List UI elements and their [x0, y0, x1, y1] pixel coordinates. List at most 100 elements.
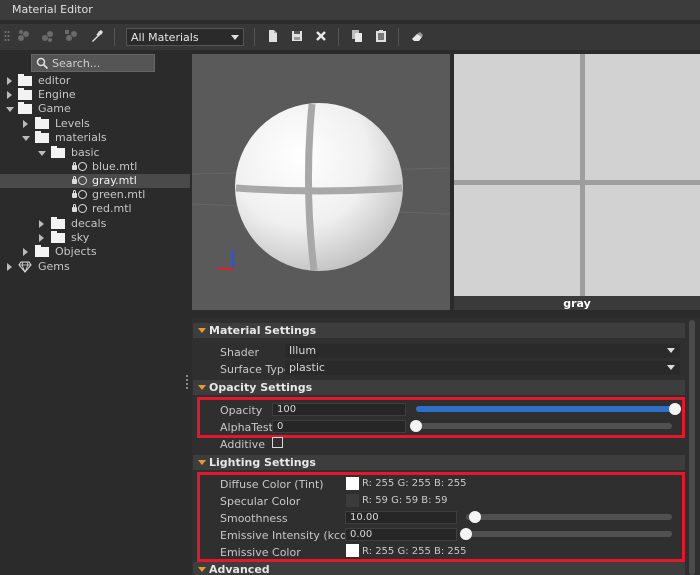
diffuse-color-label: Diffuse Color (Tint) [220, 478, 324, 491]
toolbar-separator [254, 28, 255, 46]
section-title: Lighting Settings [209, 456, 316, 469]
diffuse-color-swatch[interactable] [346, 477, 359, 490]
window-title: Material Editor [0, 0, 700, 20]
lock-icon [72, 190, 77, 198]
tree-item-label: editor [38, 74, 71, 87]
save-icon[interactable] [290, 29, 304, 43]
material-save-icon[interactable] [64, 29, 78, 43]
texture-preview-viewport[interactable] [454, 54, 700, 297]
material-add-child-icon[interactable] [40, 29, 54, 43]
additive-checkbox[interactable] [272, 437, 283, 448]
new-icon[interactable] [266, 29, 280, 43]
tree-item-materials[interactable]: materials [0, 131, 190, 145]
tree-item-basic[interactable]: basic [0, 146, 190, 160]
smoothness-input[interactable]: 10.00 [345, 511, 457, 524]
tree-item-levels[interactable]: Levels [0, 117, 190, 131]
delete-icon[interactable] [314, 29, 328, 43]
chevron-right-icon[interactable] [23, 120, 28, 128]
chevron-right-icon[interactable] [39, 234, 44, 242]
emissive-intensity-input[interactable]: 0.00 [345, 528, 457, 541]
eyedropper-icon[interactable] [90, 29, 104, 43]
copy-icon[interactable] [350, 29, 364, 43]
preview-material-name: gray [454, 296, 700, 310]
section-opacity-settings[interactable]: Opacity Settings [193, 380, 685, 395]
tree-item-label: red.mtl [92, 202, 132, 215]
tree-item-sky[interactable]: sky [0, 231, 190, 245]
chevron-right-icon[interactable] [7, 77, 12, 85]
tree-item-gems[interactable]: Gems [0, 260, 190, 274]
search-placeholder: Search... [52, 57, 101, 70]
material-preview-viewport[interactable] [192, 54, 450, 310]
toolbar-separator [338, 28, 339, 46]
eraser-icon[interactable] [410, 29, 424, 43]
opacity-label: Opacity [220, 404, 263, 417]
tree-item-label: Game [38, 102, 71, 115]
chevron-down-icon[interactable] [22, 136, 30, 141]
tree-item-engine[interactable]: Engine [0, 88, 190, 102]
shader-dropdown[interactable]: Illum [285, 344, 680, 358]
panel-splitter-handle[interactable] [186, 375, 188, 389]
tree-item-editor[interactable]: editor [0, 74, 190, 88]
lock-icon [72, 204, 77, 212]
tree-item-gray-mtl[interactable]: gray.mtl [0, 174, 190, 188]
folder-icon [18, 102, 32, 114]
chevron-right-icon[interactable] [7, 263, 12, 271]
alphatest-input[interactable]: 0 [272, 420, 406, 433]
surface-type-value: plastic [289, 361, 325, 374]
emissive-intensity-slider[interactable] [460, 531, 672, 537]
gem-icon [18, 261, 32, 273]
chevron-down-icon [667, 348, 675, 353]
folder-icon [51, 231, 65, 243]
material-add-icon[interactable] [16, 29, 30, 43]
tree-item-label: basic [71, 146, 100, 159]
section-title: Opacity Settings [209, 381, 313, 394]
chevron-down-icon [667, 365, 675, 370]
search-icon [36, 57, 49, 70]
section-material-settings[interactable]: Material Settings [193, 323, 685, 338]
section-advanced[interactable]: Advanced [193, 562, 685, 575]
opacity-slider[interactable] [416, 406, 678, 412]
toolbar: All Materials [0, 24, 700, 50]
material-filter-dropdown[interactable]: All Materials [126, 28, 244, 46]
lock-icon [72, 176, 77, 184]
material-icon [78, 176, 87, 185]
folder-icon [51, 217, 65, 229]
emissive-intensity-slider-knob[interactable] [460, 528, 472, 540]
chevron-down-icon[interactable] [6, 107, 14, 112]
alphatest-slider[interactable] [410, 423, 672, 429]
alphatest-slider-knob[interactable] [410, 420, 422, 432]
toolbar-separator [398, 28, 399, 46]
chevron-right-icon[interactable] [23, 248, 28, 256]
tree-item-label: Objects [55, 245, 97, 258]
tree-item-objects[interactable]: Objects [0, 245, 190, 259]
lock-icon [72, 162, 77, 170]
tree-item-blue-mtl[interactable]: blue.mtl [0, 160, 190, 174]
sphere-preview-render [192, 103, 450, 271]
tree-item-label: blue.mtl [92, 160, 138, 173]
material-filter-value: All Materials [131, 31, 199, 44]
opacity-slider-fill [416, 406, 678, 412]
tree-item-red-mtl[interactable]: red.mtl [0, 202, 190, 216]
smoothness-slider-knob[interactable] [469, 511, 481, 523]
properties-scrollbar[interactable] [689, 320, 695, 575]
surface-type-dropdown[interactable]: plastic [285, 361, 680, 375]
chevron-right-icon[interactable] [39, 220, 44, 228]
material-icon [78, 204, 87, 213]
opacity-slider-knob[interactable] [669, 403, 681, 415]
chevron-right-icon[interactable] [7, 91, 12, 99]
emissive-color-swatch[interactable] [346, 544, 359, 557]
chevron-down-icon [198, 567, 206, 572]
tree-item-label: Levels [55, 117, 90, 130]
chevron-down-icon[interactable] [38, 151, 46, 156]
paste-icon[interactable] [374, 29, 388, 43]
tree-item-green-mtl[interactable]: green.mtl [0, 188, 190, 202]
shader-label: Shader [220, 346, 259, 359]
tree-item-game[interactable]: Game [0, 102, 190, 116]
specular-color-swatch[interactable] [346, 494, 359, 507]
section-lighting-settings[interactable]: Lighting Settings [193, 455, 685, 470]
smoothness-slider[interactable] [466, 514, 672, 520]
chevron-down-icon [231, 35, 239, 40]
tree-item-decals[interactable]: decals [0, 217, 190, 231]
opacity-input[interactable]: 100 [272, 403, 406, 416]
search-input[interactable]: Search... [31, 54, 155, 72]
